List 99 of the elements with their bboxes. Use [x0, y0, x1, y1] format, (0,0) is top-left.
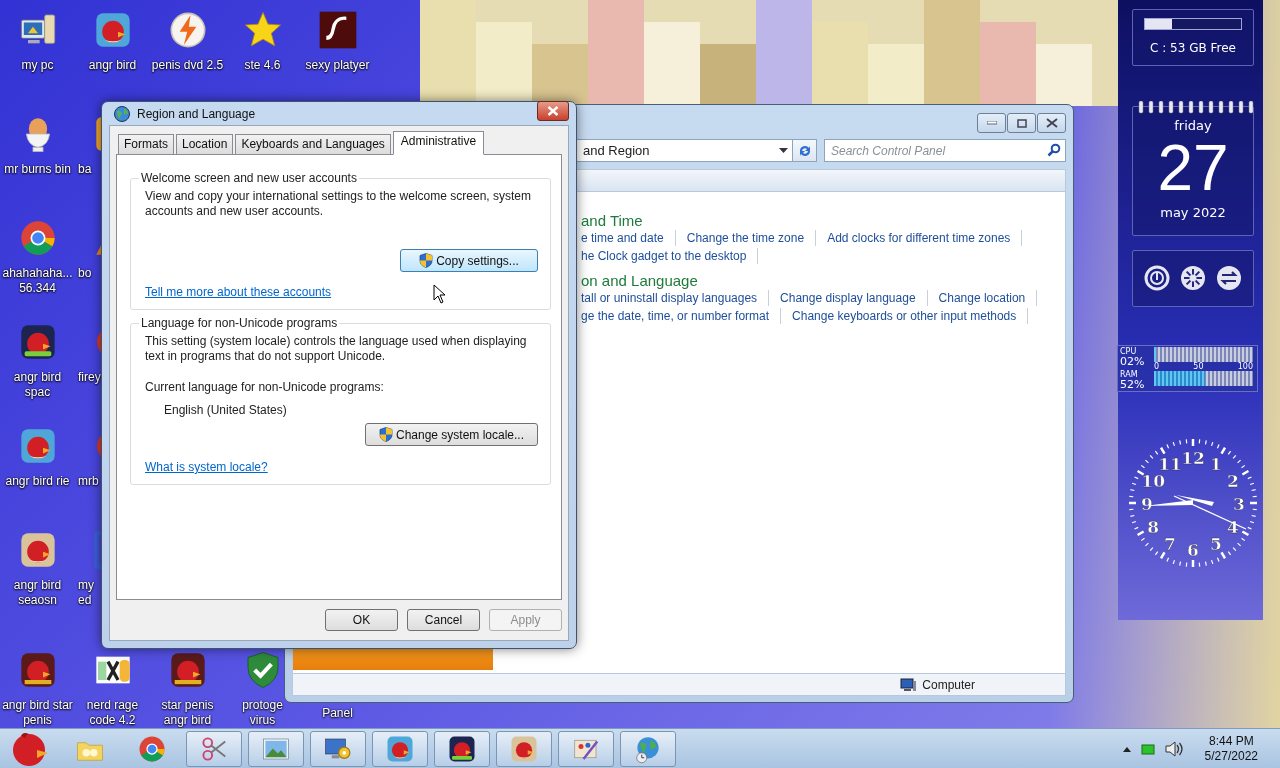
- icon-label: mr burns bin: [4, 162, 71, 177]
- task-link[interactable]: he Clock gadget to the desktop: [581, 248, 759, 264]
- star-icon: [242, 10, 283, 50]
- weekday-text: friday: [1174, 119, 1212, 134]
- close-icon: [547, 105, 559, 116]
- status-text: Computer: [922, 677, 975, 692]
- meter-label: CPU: [1120, 347, 1138, 356]
- clock-numeral: 5: [1210, 533, 1222, 554]
- clock-numeral: 12: [1181, 448, 1205, 468]
- taskbar-button[interactable]: [310, 730, 366, 767]
- month-year-text: may 2022: [1160, 205, 1226, 220]
- clock-numeral: 7: [1164, 533, 1176, 554]
- refresh-icon: [797, 143, 812, 158]
- tab[interactable]: Location: [176, 134, 234, 154]
- icon-label: nerd rage code 4.2: [86, 698, 139, 728]
- scale-label: 50: [1193, 362, 1204, 371]
- tray-time[interactable]: 8:44 PM: [1208, 733, 1254, 749]
- scale-label: 0: [1154, 362, 1160, 371]
- clock-numeral: 1: [1210, 454, 1222, 475]
- icon-label: angr bird: [88, 58, 137, 73]
- group-title: Language for non-Unicode programs: [140, 316, 339, 330]
- icon-label: firey: [77, 370, 101, 385]
- icon-label: my ed: [77, 578, 94, 608]
- tab[interactable]: Formats: [118, 134, 174, 154]
- category-heading[interactable]: on and Language: [581, 272, 1065, 289]
- icon-label: mrb: [77, 474, 99, 489]
- maximize-button[interactable]: [1007, 113, 1036, 133]
- icon-label: sexy platyer: [305, 58, 370, 73]
- help-link[interactable]: What is system locale?: [145, 460, 268, 474]
- clock-numeral: 6: [1187, 540, 1199, 560]
- tray-date[interactable]: 5/27/2022: [1204, 748, 1258, 764]
- minimize-button[interactable]: [977, 113, 1006, 133]
- field-value: English (United States): [163, 403, 288, 417]
- clock-numeral: 4: [1226, 517, 1239, 537]
- icon-label: angr bird seaosn: [13, 578, 62, 608]
- taskbar-button[interactable]: [434, 730, 490, 767]
- task-link[interactable]: ge the date, time, or number format: [581, 308, 782, 324]
- dialog-button[interactable]: OK: [325, 609, 398, 631]
- icon-label: ste 4.6: [244, 58, 281, 73]
- clock-numeral: 3: [1233, 494, 1245, 514]
- description-text: View and copy your international settings to the welcome screen, system accounts and new user accounts.: [145, 189, 532, 219]
- tab[interactable]: Keyboards and Languages: [235, 134, 391, 154]
- icon-label: angr bird rie: [5, 474, 70, 489]
- dialog-button[interactable]: Cancel: [407, 609, 480, 631]
- icon-label: bo: [77, 266, 92, 281]
- icon-label: ba: [77, 162, 92, 177]
- description-text: This setting (system locale) controls the language used when displaying text in programs that do not support Unicode.: [145, 334, 528, 364]
- task-link[interactable]: e time and date: [581, 230, 676, 246]
- task-link[interactable]: Change display language: [769, 290, 928, 306]
- task-link[interactable]: Change location: [927, 290, 1038, 306]
- switch-user-icon[interactable]: [1216, 265, 1242, 291]
- player-icon: [317, 10, 358, 50]
- task-link[interactable]: Change keyboards or other input methods: [781, 308, 1029, 324]
- close-button[interactable]: [1037, 113, 1066, 133]
- close-icon: [1045, 118, 1058, 128]
- restart-icon[interactable]: [1180, 265, 1206, 291]
- settings-button[interactable]: Change system locale...: [365, 423, 538, 446]
- meter-reading: 52%: [1120, 379, 1146, 390]
- refresh-button[interactable]: [792, 139, 817, 162]
- tab[interactable]: Administrative: [392, 131, 485, 155]
- help-link[interactable]: Tell me more about these accounts: [145, 285, 332, 299]
- field-label: Current language for non-Unicode programs:: [145, 380, 385, 395]
- task-link[interactable]: Add clocks for different time zones: [816, 230, 1023, 246]
- icon-label: ahahahaha... 56.344: [2, 266, 73, 296]
- meter-label: RAM: [1120, 370, 1139, 379]
- clock-numeral: 9: [1141, 494, 1153, 514]
- power-icon[interactable]: [1144, 265, 1170, 291]
- computer-icon: [900, 677, 917, 692]
- window-title: Region and Language: [137, 106, 257, 121]
- category-heading[interactable]: and Time: [581, 212, 1065, 229]
- icon-label: Panel: [322, 706, 353, 721]
- volume-icon[interactable]: [1164, 740, 1183, 757]
- clock-numeral: 2: [1226, 471, 1239, 491]
- icon-label: angr bird star penis: [2, 698, 73, 728]
- task-link[interactable]: Change the time zone: [675, 230, 817, 246]
- scale-label: 100: [1237, 362, 1253, 371]
- group-title: Welcome screen and new user accounts: [140, 171, 358, 185]
- day-number: 27: [1157, 133, 1229, 204]
- close-button[interactable]: [537, 100, 569, 121]
- icon-label: angr bird spac: [13, 370, 62, 400]
- shield-icon: [419, 253, 434, 268]
- shield-icon: [378, 427, 393, 442]
- icon-label: penis dvd 2.5: [151, 58, 224, 73]
- search-icon: [1047, 143, 1061, 157]
- icon-label: my pc: [21, 58, 54, 73]
- meter-reading: 02%: [1120, 356, 1146, 367]
- search-field[interactable]: Search Control Panel: [824, 139, 1066, 162]
- restore-icon: [1016, 118, 1027, 128]
- globe-icon: [113, 104, 131, 123]
- icon-label: star penis angr bird: [161, 698, 214, 728]
- mouse-cursor-icon: [433, 284, 447, 304]
- disk-free-text: C : 53 GB Free: [1150, 42, 1236, 56]
- icon-label: protoge virus: [242, 698, 283, 728]
- task-link[interactable]: tall or uninstall display languages: [581, 290, 770, 306]
- battery-icon[interactable]: [1140, 742, 1155, 755]
- minimize-icon: [986, 121, 997, 125]
- clock-numeral: 8: [1147, 517, 1160, 537]
- settings-button[interactable]: Copy settings...: [400, 249, 538, 272]
- show-hidden-icons-icon[interactable]: [1122, 745, 1131, 752]
